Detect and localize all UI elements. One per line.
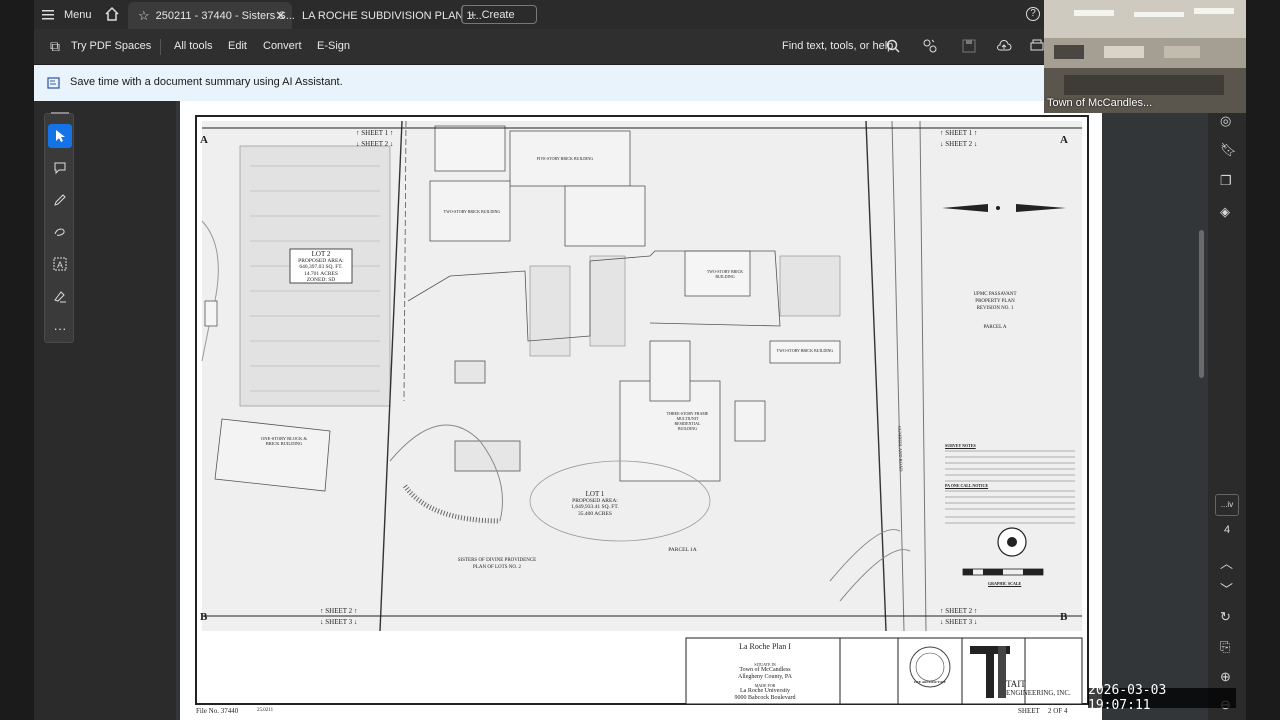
page-number: 4 [1224, 524, 1231, 536]
home-icon[interactable] [104, 6, 120, 27]
sheet2-up-right: ↑ SHEET 2 ↑ [940, 607, 978, 615]
sheet1-label-right: ↑ SHEET 1 ↑ [940, 129, 978, 137]
tab-second[interactable]: LA ROCHE SUBDIVISION PLAN 1... [292, 2, 482, 29]
convert-menu[interactable]: Convert [263, 40, 302, 52]
page-up-icon[interactable]: ︿ [1220, 553, 1233, 572]
sheet2-label-right: ↓ SHEET 2 ↓ [940, 140, 978, 148]
webcam-overlay: Town of McCandles... [1044, 0, 1246, 113]
upmc-label: UPMC PASSAVANT PROPERTY PLAN REVISION NO… [973, 292, 1017, 330]
title-plan-name: La Roche Plan I [739, 642, 791, 651]
sheet2-label-left: ↓ SHEET 2 ↓ [356, 140, 394, 148]
two-story-building-label-3: TWO-STORY BRICK BUILDING [776, 348, 834, 353]
try-pdf-spaces-button[interactable]: Try PDF Spaces [71, 40, 151, 52]
pa-one-call-heading: PA ONE CALL NOTICE [945, 483, 989, 488]
fill-sign-tool-icon[interactable] [48, 284, 72, 308]
engineer-seal: LEE ARTHUR TAIT [914, 680, 946, 684]
file-number: File No. 37440 [196, 707, 239, 715]
create-label: Create [481, 8, 515, 21]
ai-summary-icon [47, 77, 60, 89]
ai-tools-icon[interactable] [922, 38, 938, 54]
all-tools-menu[interactable]: All tools [174, 40, 213, 52]
pages-icon[interactable]: ❐ [1220, 173, 1232, 189]
screen-edge [1246, 0, 1280, 720]
lot1-label: LOT 1 PROPOSED AREA: 1,649,933.41 SQ. FT… [571, 490, 619, 517]
title-client: La Roche University 9000 Babcock Bouleva… [734, 688, 796, 701]
menu-label: Menu [64, 8, 92, 21]
hamburger-icon [42, 9, 54, 19]
print-icon[interactable] [1030, 39, 1044, 53]
tait-engineering-logo: TAIT ENGINEERING, INC. [1006, 679, 1071, 698]
sheet3-down-right: ↓ SHEET 3 ↓ [940, 618, 978, 626]
comment-tool-icon[interactable] [48, 156, 72, 180]
banner-text: Save time with a document summary using … [70, 76, 343, 88]
page-down-icon[interactable]: ﹀ [1220, 579, 1233, 598]
match-line-b-right: B [1060, 611, 1068, 623]
lot2-label: LOT 2 PROPOSED AREA: 640,397.03 SQ. FT. … [298, 250, 344, 283]
parcel-1a-label: PARCEL 1A [668, 547, 697, 553]
two-story-building-label-2: TWO-STORY BRICK BUILDING [706, 269, 744, 279]
comment-panel-icon[interactable]: ◎ [1220, 113, 1231, 129]
one-story-building-label: ONE-STORY BLOCK & BRICK BUILDING [260, 436, 307, 446]
svg-text:A: A [57, 260, 63, 270]
search-icon[interactable] [886, 39, 900, 53]
sheet-label: SHEET [1018, 707, 1040, 715]
create-button[interactable]: + Create [461, 5, 537, 24]
file-date: 25.0211 [257, 708, 274, 713]
sisters-plan-label: SISTERS OF DIVINE PROVIDENCE PLAN OF LOT… [457, 558, 537, 570]
match-line-a-left: A [200, 134, 208, 146]
two-story-building-label: TWO-STORY BRICK BUILDING [443, 209, 501, 214]
save-icon[interactable] [962, 39, 976, 53]
survey-notes-heading: SURVEY NOTES [945, 443, 976, 448]
tab-active[interactable]: ☆ 250211 - 37440 - Sisters S... ✕ [128, 2, 295, 29]
text-tool-icon[interactable]: A [48, 252, 72, 276]
page-label-box[interactable]: ...iv [1215, 494, 1239, 516]
main-toolbar: ⧉ Try PDF Spaces All tools Edit Convert … [34, 29, 1046, 65]
rotate-icon[interactable]: ↻ [1220, 609, 1231, 625]
webcam-caption: Town of McCandles... [1047, 97, 1153, 109]
help-icon[interactable]: ? [1026, 7, 1040, 21]
freehand-tool-icon[interactable] [48, 220, 72, 244]
tab-active-title: 250211 - 37440 - Sisters S... [155, 9, 295, 22]
five-story-building-label: FIVE-STORY BRICK BUILDING [536, 156, 594, 161]
toolbar-divider [160, 39, 161, 55]
title-location: Town of McCandless Allegheny County, PA [738, 667, 792, 680]
sheet-number: 2 OF 4 [1048, 707, 1068, 715]
quick-tools-bar: A ··· [44, 112, 74, 343]
bookmark-icon[interactable]: 🔖︎ [1220, 142, 1237, 158]
plus-icon: + [469, 7, 477, 22]
esign-menu[interactable]: E-Sign [317, 40, 350, 52]
sheet3-down-left: ↓ SHEET 3 ↓ [320, 618, 358, 626]
match-line-a-right: A [1060, 134, 1068, 146]
vertical-scrollbar[interactable] [1199, 230, 1204, 378]
select-tool-icon[interactable] [48, 124, 72, 148]
right-rail: ◎ 🔖︎ ❐ ◈ ...iv 4 ︿ ﹀ ↻ ⎘ ⊕ ⊖ [1208, 101, 1246, 720]
tab-second-title: LA ROCHE SUBDIVISION PLAN 1... [302, 9, 482, 22]
more-tools-icon[interactable]: ··· [48, 316, 72, 340]
extract-page-icon[interactable]: ⎘ [1220, 639, 1230, 655]
edit-menu[interactable]: Edit [228, 40, 247, 52]
graphic-scale-label: GRAPHIC SCALE [988, 581, 1022, 586]
menu-button[interactable]: Menu [42, 0, 92, 29]
search-field[interactable]: Find text, tools, or help [782, 40, 893, 52]
three-story-building-label: THREE-STORY FRAME MULTIUNIT RESIDENTIAL … [666, 411, 709, 431]
upload-cloud-icon[interactable] [996, 38, 1012, 54]
drag-handle[interactable] [51, 112, 69, 114]
sheet2-up-left: ↑ SHEET 2 ↑ [320, 607, 358, 615]
star-icon[interactable]: ☆ [138, 8, 150, 24]
pdf-page[interactable]: A A B B ↑ SHEET 1 ↑ ↓ SHEET 2 ↓ ↑ SHEET … [180, 101, 1102, 720]
match-line-b-left: B [200, 611, 208, 623]
ai-assistant-banner[interactable]: Save time with a document summary using … [34, 65, 1046, 101]
draw-tool-icon[interactable] [48, 188, 72, 212]
tab-bar: Menu ☆ 250211 - 37440 - Sisters S... ✕ L… [34, 0, 1046, 29]
layers-icon[interactable]: ◈ [1220, 204, 1230, 220]
sheet1-label-left: ↑ SHEET 1 ↑ [356, 129, 394, 137]
drawing-labels: A A B B ↑ SHEET 1 ↑ ↓ SHEET 2 ↓ ↑ SHEET … [180, 101, 1102, 720]
spaces-icon: ⧉ [50, 38, 60, 54]
cumberland-road-label: CUMBERLAND ROAD [897, 426, 904, 472]
close-icon[interactable]: ✕ [275, 8, 286, 24]
recording-timestamp: 2026-03-03 19:07:11 [1088, 683, 1236, 713]
